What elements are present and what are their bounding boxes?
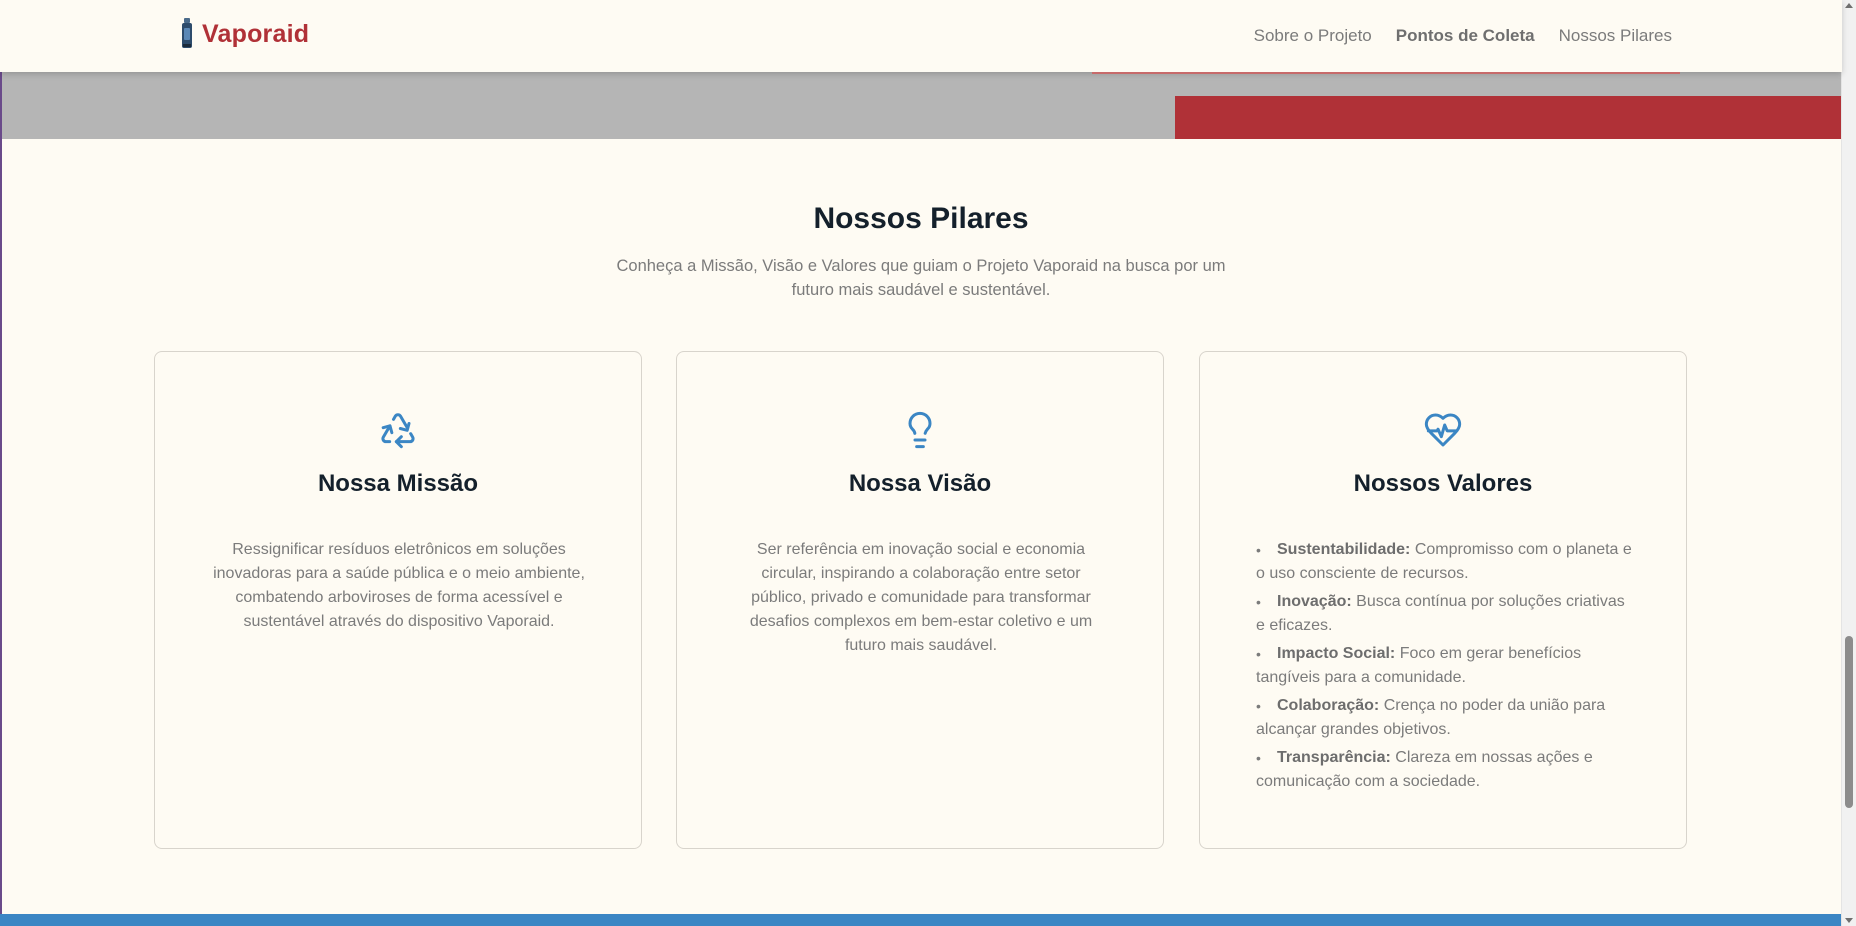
brand-logo[interactable]: Vaporaid [180, 18, 309, 50]
value-name: Inovação: [1277, 593, 1352, 610]
section-subtitle: Conheça a Missão, Visão e Valores que gu… [616, 257, 1226, 299]
scroll-up-arrow-icon[interactable] [1845, 3, 1853, 8]
main-nav: Sobre o Projeto Pontos de Coleta Nossos … [1254, 26, 1672, 46]
nav-link-sobre[interactable]: Sobre o Projeto [1254, 26, 1372, 46]
footer-top-band [0, 914, 1842, 926]
card-valores: Nossos Valores Sustentabilidade: Comprom… [1199, 351, 1687, 849]
previous-section-red-band [1175, 96, 1842, 139]
scrollbar-thumb[interactable] [1845, 636, 1853, 808]
brand-name: Vaporaid [202, 19, 310, 48]
value-name: Sustentabilidade: [1277, 541, 1411, 558]
card-title: Nossa Visão [848, 470, 992, 497]
heart-pulse-icon [1424, 413, 1462, 447]
nav-link-pontos-de-coleta[interactable]: Pontos de Coleta [1396, 26, 1535, 46]
list-item: Impacto Social: Foco em gerar benefícios… [1256, 642, 1636, 690]
card-missao: Nossa Missão Ressignificar resíduos elet… [154, 351, 642, 849]
value-name: Transparência: [1277, 749, 1391, 766]
lightbulb-icon [908, 411, 932, 449]
scroll-down-arrow-icon[interactable] [1845, 918, 1853, 923]
card-visao: Nossa Visão Ser referência em inovação s… [676, 351, 1164, 849]
card-text: Ser referência em inovação social e econ… [749, 541, 1093, 654]
value-name: Impacto Social: [1277, 645, 1396, 662]
card-title: Nossos Valores [1353, 470, 1533, 497]
navbar: Vaporaid Sobre o Projeto Pontos de Colet… [0, 0, 1842, 72]
list-item: Colaboração: Crença no poder da união pa… [1256, 694, 1636, 742]
value-name: Colaboração: [1277, 697, 1380, 714]
device-bottle-icon [182, 18, 192, 48]
list-item: Sustentabilidade: Compromisso com o plan… [1256, 538, 1636, 586]
nav-link-nossos-pilares[interactable]: Nossos Pilares [1559, 26, 1672, 46]
recycle-icon [381, 413, 415, 449]
header-accent-line [1092, 72, 1680, 74]
card-title: Nossa Missão [317, 470, 479, 497]
list-item: Transparência: Clareza em nossas ações e… [1256, 746, 1636, 794]
list-item: Inovação: Busca contínua por soluções cr… [1256, 590, 1636, 638]
vertical-scrollbar[interactable] [1841, 0, 1856, 926]
card-text: Ressignificar resíduos eletrônicos em so… [213, 541, 585, 630]
section-title: Nossos Pilares [813, 202, 1029, 235]
values-list: Sustentabilidade: Compromisso com o plan… [1256, 538, 1636, 798]
